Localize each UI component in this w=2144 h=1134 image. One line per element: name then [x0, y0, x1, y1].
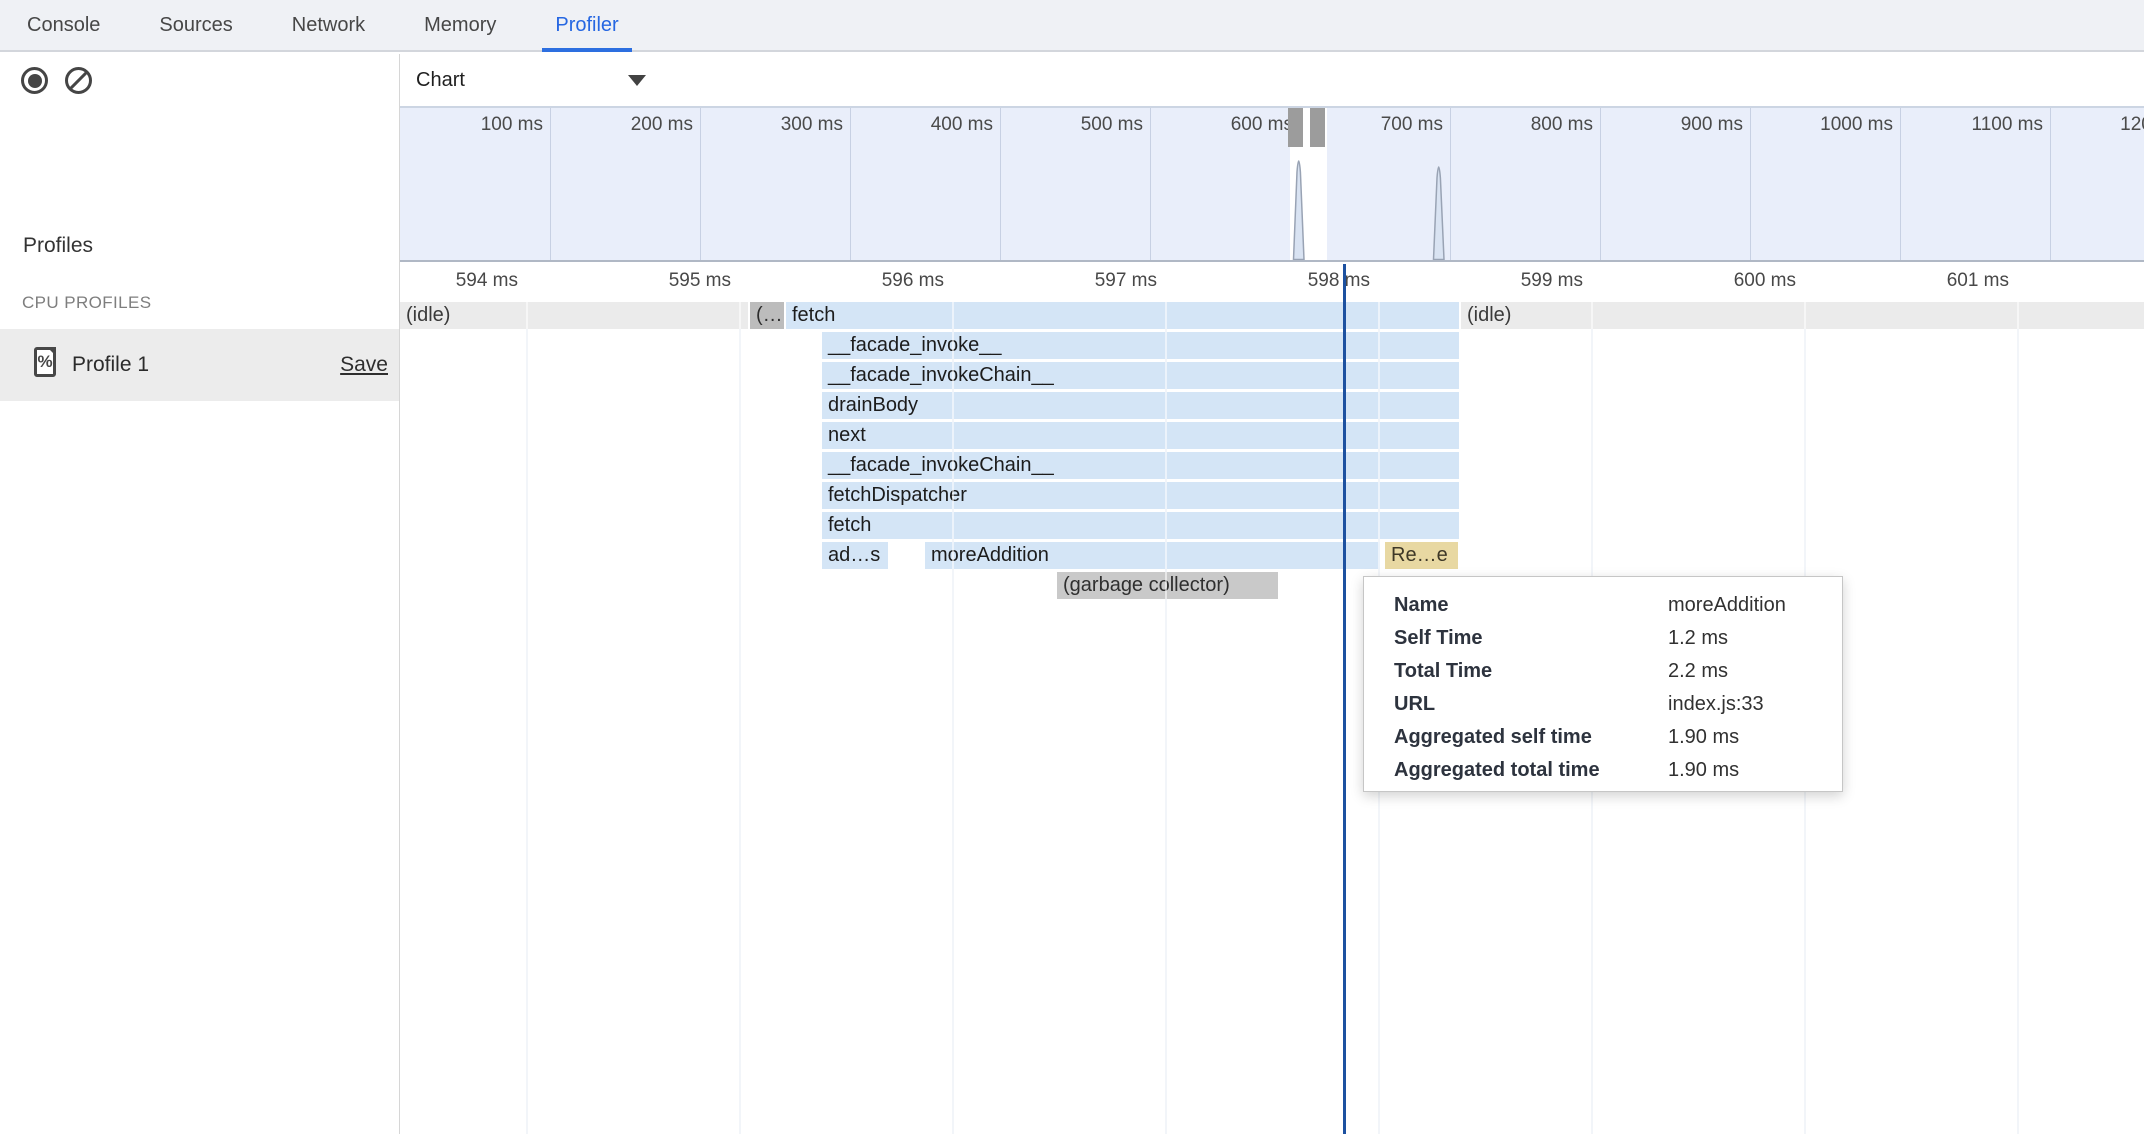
tooltip-row: Total Time2.2 ms — [1394, 655, 1842, 688]
tab-sources[interactable]: Sources — [146, 0, 245, 50]
flame-frame-fetch[interactable]: fetch — [822, 512, 1459, 539]
flame-frame-moreaddition[interactable]: moreAddition — [925, 542, 1380, 569]
tab-console[interactable]: Console — [14, 0, 113, 50]
overview-tick-label-200: 200 ms — [550, 114, 693, 136]
overview-tick-label-1000: 1000 ms — [1750, 114, 1893, 136]
tab-profiler[interactable]: Profiler — [542, 0, 631, 50]
ruler-tick-label-599: 599 ms — [1378, 270, 1583, 292]
tooltip-label: Self Time — [1394, 622, 1668, 655]
overview-tick-label-1100: 1100 ms — [1900, 114, 2043, 136]
ruler-tick-label-595: 595 ms — [526, 270, 731, 292]
gridline-overlay-601 — [2017, 302, 2019, 1134]
flame-frame-fetchdispatcher[interactable]: fetchDispatcher — [822, 482, 1459, 509]
activity-spike-692ms — [1434, 167, 1445, 260]
flame-frame-next[interactable]: next — [822, 422, 1459, 449]
tooltip-label: Total Time — [1394, 655, 1668, 688]
timeline-overview[interactable]: 100 ms200 ms300 ms400 ms500 ms600 ms700 … — [400, 108, 2144, 262]
flame-frame--idle-[interactable]: (idle) — [400, 302, 748, 329]
clear-profiles-icon[interactable] — [65, 67, 92, 94]
selection-handle-left[interactable] — [1288, 108, 1303, 147]
devtools-tab-bar: Console Sources Network Memory Profiler — [0, 0, 2144, 52]
tooltip-value: moreAddition — [1668, 589, 1842, 622]
save-profile-link[interactable]: Save — [340, 329, 388, 401]
overview-tick-label-500: 500 ms — [1000, 114, 1143, 136]
flame-frame--facade-invokechain-[interactable]: __facade_invokeChain__ — [822, 452, 1459, 479]
flame-frame-fetch[interactable]: fetch — [786, 302, 1459, 329]
flame-frame-drainbody[interactable]: drainBody — [822, 392, 1459, 419]
gridline-overlay-597 — [1165, 302, 1167, 1134]
tooltip-value: index.js:33 — [1668, 688, 1842, 721]
profiles-sidebar: Profiles CPU PROFILES % Profile 1 Save — [0, 106, 400, 1134]
flame-frame--facade-invokechain-[interactable]: __facade_invokeChain__ — [822, 362, 1459, 389]
chart-view-select[interactable]: Chart — [416, 54, 646, 106]
flame-frame--facade-invoke-[interactable]: __facade_invoke__ — [822, 332, 1459, 359]
frame-tooltip: NamemoreAdditionSelf Time1.2 msTotal Tim… — [1363, 576, 1843, 792]
overview-tick-label-300: 300 ms — [700, 114, 843, 136]
gridline-overlay-596 — [952, 302, 954, 1134]
flame-frame--idle-[interactable]: (idle) — [1461, 302, 2144, 329]
record-profile-icon[interactable] — [21, 67, 48, 94]
ruler-tick-label-597: 597 ms — [952, 270, 1157, 292]
ruler-tick-label-600: 600 ms — [1591, 270, 1796, 292]
tooltip-label: Aggregated self time — [1394, 721, 1668, 754]
tooltip-value: 2.2 ms — [1668, 655, 1842, 688]
tooltip-row: URLindex.js:33 — [1394, 688, 1842, 721]
tooltip-row: Self Time1.2 ms — [1394, 622, 1842, 655]
sidebar-item-profile-1[interactable]: % Profile 1 Save — [0, 329, 400, 401]
profiler-toolbar: Chart — [0, 54, 2144, 108]
sidebar-divider — [399, 54, 400, 1134]
overview-tick-label-400: 400 ms — [850, 114, 993, 136]
web-inspector-profiler-panel: Console Sources Network Memory Profiler Char… — [0, 0, 2144, 1134]
overview-tick-label-900: 900 ms — [1600, 114, 1743, 136]
tooltip-label: Name — [1394, 589, 1668, 622]
tooltip-row: NamemoreAddition — [1394, 589, 1842, 622]
ruler-tick-label-596: 596 ms — [739, 270, 944, 292]
profile-document-icon: % — [34, 347, 56, 377]
tab-memory[interactable]: Memory — [411, 0, 509, 50]
overview-tick-label-800: 800 ms — [1450, 114, 1593, 136]
gridline-overlay-594 — [526, 302, 528, 1134]
tooltip-value: 1.90 ms — [1668, 754, 1842, 787]
tooltip-row: Aggregated self time1.90 ms — [1394, 721, 1842, 754]
tooltip-row: Aggregated total time1.90 ms — [1394, 754, 1842, 787]
chevron-down-icon — [628, 75, 646, 86]
tab-network[interactable]: Network — [279, 0, 378, 50]
ruler-tick-label-594: 594 ms — [313, 270, 518, 292]
ruler-tick-label-601: 601 ms — [1804, 270, 2009, 292]
flame-frame--[interactable]: (… — [750, 302, 784, 329]
chart-view-label: Chart — [416, 69, 465, 92]
overview-tick-label-100: 100 ms — [400, 114, 543, 136]
overview-tick-label-600: 600 ms — [1150, 114, 1293, 136]
cpu-profiles-section-header: CPU PROFILES — [22, 293, 152, 313]
tooltip-value: 1.2 ms — [1668, 622, 1842, 655]
flame-frame--garbage-collector-[interactable]: (garbage collector) — [1057, 572, 1278, 599]
flame-frame-ad-s[interactable]: ad…s — [822, 542, 888, 569]
gridline-overlay-595 — [739, 302, 741, 1134]
tooltip-label: Aggregated total time — [1394, 754, 1668, 787]
tooltip-value: 1.90 ms — [1668, 721, 1842, 754]
profile-name: Profile 1 — [72, 329, 149, 401]
ruler-tick-label-598: 598 ms — [1165, 270, 1370, 292]
timeline-playhead[interactable] — [1343, 264, 1346, 1134]
overview-tick-label-1200: 1200 ms — [2050, 114, 2144, 136]
profiles-title: Profiles — [23, 234, 93, 258]
tooltip-label: URL — [1394, 688, 1668, 721]
flame-frame-re-e[interactable]: Re…e — [1385, 542, 1458, 569]
selection-handle-right[interactable] — [1310, 108, 1325, 147]
